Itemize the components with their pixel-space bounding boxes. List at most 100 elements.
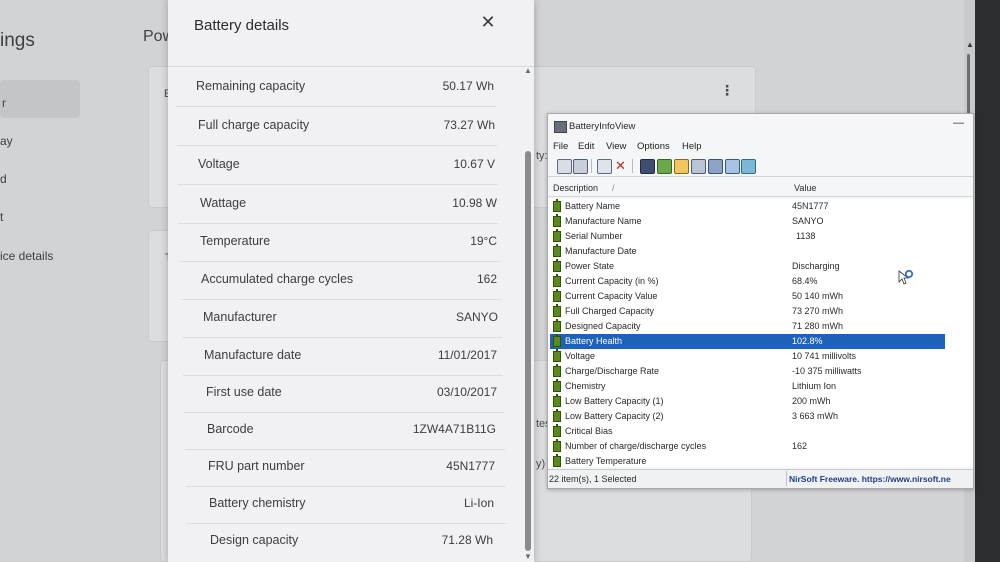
scroll-up-icon[interactable]: ▲ — [966, 40, 974, 49]
detail-row: FRU part number 45N1777 — [186, 448, 506, 487]
item-description: Battery Name — [565, 201, 621, 211]
detail-label: Temperature — [200, 234, 271, 248]
folder-icon[interactable] — [674, 159, 689, 174]
list-item[interactable]: Power State Discharging — [550, 259, 945, 274]
menu-options[interactable]: Options — [637, 141, 670, 152]
list-item[interactable]: Manufacture Date — [550, 244, 945, 259]
battery-info-list: Battery Name 45N1777 Manufacture Name SANY… — [548, 199, 973, 467]
copy-icon[interactable] — [573, 159, 588, 174]
minimize-icon[interactable]: — — [953, 117, 964, 129]
scroll-down-icon[interactable]: ▼ — [524, 552, 532, 561]
item-description: Full Charged Capacity — [565, 306, 655, 316]
card-fragment: y) — [536, 458, 546, 470]
list-item[interactable]: Current Capacity Value 50 140 mWh — [550, 289, 945, 304]
detail-label: Barcode — [207, 422, 254, 436]
list-item[interactable]: Charge/Discharge Rate -10 375 milliwatts — [550, 364, 945, 379]
battery-icon — [553, 454, 561, 467]
detail-value: Li-Ion — [463, 496, 494, 510]
nav-item[interactable]: d — [0, 172, 7, 186]
battery-icon — [553, 259, 561, 272]
more-options-icon[interactable]: ⋮ — [720, 82, 734, 99]
nav-selected-highlight[interactable] — [0, 80, 80, 118]
list-item[interactable]: Low Battery Capacity (1) 200 mWh — [550, 394, 945, 409]
nav-item[interactable]: ay — [0, 134, 13, 148]
detail-row: Design capacity 71.28 Wh — [188, 522, 508, 560]
detail-row: Manufacturer SANYO — [182, 299, 502, 338]
window-icon[interactable] — [597, 159, 612, 174]
list-item[interactable]: Designed Capacity 71 280 mWh — [550, 319, 945, 334]
menu-view[interactable]: View — [606, 141, 626, 152]
detail-label: Voltage — [198, 157, 240, 171]
nav-item[interactable]: t — [0, 210, 3, 224]
list-item-selected[interactable]: Battery Health 102.8% — [550, 334, 945, 349]
detail-value: 73.27 Wh — [443, 118, 495, 132]
battery-icon — [553, 214, 561, 227]
panel-scrollbar[interactable]: ▲ ▼ — [524, 66, 533, 562]
list-item[interactable]: Low Battery Capacity (2) 3 663 mWh — [550, 409, 945, 424]
item-value: Lithium Ion — [792, 381, 837, 391]
exit-icon[interactable] — [741, 159, 756, 174]
nirsoft-link[interactable]: NirSoft Freeware. https://www.nirsoft.ne — [789, 474, 973, 484]
item-value: 68.4% — [792, 276, 818, 286]
battery-icon — [553, 229, 561, 242]
list-item[interactable]: Number of charge/discharge cycles 162 — [550, 439, 945, 454]
find-icon[interactable] — [725, 159, 740, 174]
properties-icon[interactable] — [557, 159, 572, 174]
item-value: Discharging — [792, 261, 840, 271]
detail-row: Accumulated charge cycles 162 — [181, 261, 501, 300]
item-value: 50 140 mWh — [792, 291, 844, 301]
list-item[interactable]: Battery Name 45N1777 — [550, 199, 945, 214]
detail-label: Design capacity — [210, 533, 299, 547]
list-item[interactable]: Battery Temperature — [550, 454, 945, 467]
battery-icon — [553, 274, 561, 287]
list-item[interactable]: Serial Number 1138 — [550, 229, 945, 244]
menu-file[interactable]: File — [553, 141, 568, 152]
nav-item-device-details[interactable]: ice details — [0, 249, 53, 263]
item-description: Manufacture Date — [565, 246, 637, 256]
options-icon[interactable] — [708, 159, 723, 174]
battery-icon — [553, 319, 561, 332]
detail-value: 11/01/2017 — [437, 348, 497, 362]
battery-icon — [553, 394, 561, 407]
detail-label: Wattage — [200, 196, 247, 210]
detail-value: 162 — [476, 272, 497, 286]
menu-help[interactable]: Help — [682, 141, 702, 152]
column-value[interactable]: Value — [794, 183, 816, 193]
detail-label: Full charge capacity — [198, 118, 310, 132]
settings-title-fragment: ings — [0, 30, 35, 51]
detail-row: Remaining capacity 50.17 Wh — [176, 68, 496, 107]
detail-label: Battery chemistry — [209, 496, 306, 510]
delete-icon[interactable]: ✕ — [614, 159, 627, 172]
detail-row: First use date 03/10/2017 — [184, 374, 504, 413]
list-item[interactable]: Voltage 10 741 millivolts — [550, 349, 945, 364]
refresh-icon[interactable] — [657, 159, 672, 174]
detail-label: First use date — [206, 385, 282, 399]
battery-icon — [553, 364, 561, 377]
item-description: Power State — [565, 261, 615, 271]
detail-label: Accumulated charge cycles — [201, 272, 354, 286]
close-icon[interactable]: ✕ — [477, 11, 499, 33]
detail-label: Manufacture date — [204, 348, 302, 362]
battery-icon — [553, 199, 561, 212]
list-item[interactable]: Manufacture Name SANYO — [550, 214, 945, 229]
app-icon — [554, 121, 567, 133]
detail-row: Battery chemistry Li-Ion — [187, 485, 507, 524]
html-report-icon[interactable] — [691, 159, 706, 174]
nav-item[interactable]: r — [2, 96, 6, 110]
save-icon[interactable] — [640, 159, 655, 174]
scrollbar-thumb[interactable] — [525, 151, 531, 551]
list-item[interactable]: Chemistry Lithium Ion — [550, 379, 945, 394]
list-item[interactable]: Critical Bias — [550, 424, 945, 439]
item-description: Current Capacity (in %) — [565, 276, 659, 286]
detail-value: 1ZW4A71B11G — [412, 422, 496, 436]
column-description[interactable]: Description — [553, 183, 598, 193]
item-value: 10 741 millivolts — [792, 351, 857, 361]
list-item[interactable]: Current Capacity (in %) 68.4% — [550, 274, 945, 289]
window-titlebar[interactable]: BatteryInfoView — — [548, 114, 973, 138]
scroll-up-icon[interactable]: ▲ — [524, 66, 532, 75]
detail-label: Manufacturer — [203, 310, 277, 324]
menu-edit[interactable]: Edit — [578, 141, 594, 152]
list-item[interactable]: Full Charged Capacity 73 270 mWh — [550, 304, 945, 319]
item-value: 102.8% — [792, 336, 823, 346]
item-description: Charge/Discharge Rate — [565, 366, 660, 376]
